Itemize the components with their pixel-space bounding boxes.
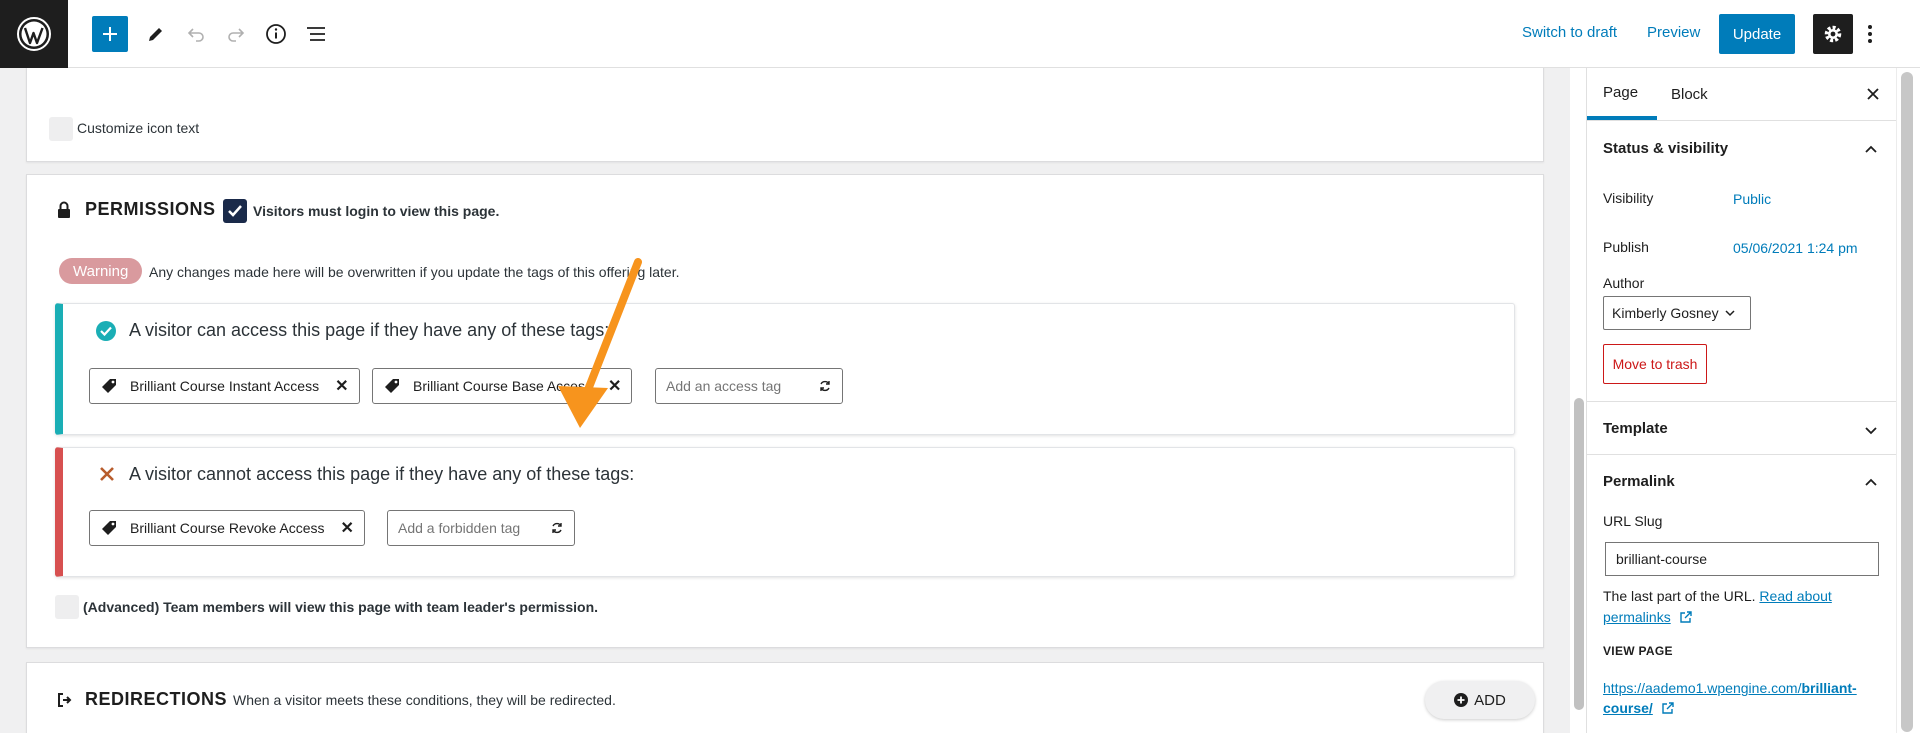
editor-canvas: Customize icon text PERMISSIONS Visitors… <box>0 68 1570 733</box>
undo-icon <box>187 28 204 42</box>
access-tag-input[interactable]: Add an access tag <box>655 368 843 404</box>
chevron-down-icon[interactable] <box>1863 422 1879 438</box>
list-view-button[interactable] <box>298 16 334 52</box>
view-page-url[interactable]: https://aademo1.wpengine.com/brilliant-c… <box>1603 678 1883 718</box>
add-redirection-button[interactable]: ADD <box>1425 681 1535 719</box>
deny-rule-heading: A visitor cannot access this page if the… <box>129 464 635 484</box>
remove-tag-icon[interactable]: ✕ <box>341 518 354 538</box>
tools-button[interactable] <box>138 16 174 52</box>
wordpress-logo[interactable] <box>0 0 68 68</box>
permalink-heading[interactable]: Permalink <box>1603 473 1675 490</box>
add-redirection-label: ADD <box>1474 691 1506 709</box>
tag-label: Brilliant Course Instant Access <box>130 378 320 394</box>
divider <box>1587 401 1897 402</box>
view-page-label: VIEW PAGE <box>1603 644 1673 658</box>
visibility-label: Visibility <box>1603 190 1654 206</box>
chevron-down-icon <box>1725 310 1735 317</box>
tab-page[interactable]: Page <box>1587 68 1657 120</box>
publish-label: Publish <box>1603 239 1649 255</box>
view-url-prefix[interactable]: https://aademo1.wpengine.com/ <box>1603 680 1801 696</box>
preview-button[interactable]: Preview <box>1647 24 1700 41</box>
canvas-scroll-thumb[interactable] <box>1574 398 1584 710</box>
settings-button[interactable] <box>1813 14 1853 54</box>
add-block-button[interactable] <box>92 16 128 52</box>
forbidden-tag-input[interactable]: Add a forbidden tag <box>387 510 575 546</box>
tag-icon <box>102 379 116 393</box>
more-vertical-icon <box>1868 25 1872 43</box>
pencil-icon <box>149 28 162 41</box>
tag-icon <box>102 521 116 535</box>
update-button[interactable]: Update <box>1719 14 1795 54</box>
top-toolbar: Switch to draft Preview Update <box>0 0 1920 68</box>
tag-label: Brilliant Course Revoke Access <box>130 520 325 536</box>
icon-settings-card: Customize icon text <box>26 68 1544 162</box>
checkmark-icon <box>228 205 242 217</box>
login-required-checkbox[interactable] <box>223 199 247 223</box>
move-to-trash-button[interactable]: Move to trash <box>1603 344 1707 384</box>
redirections-title: REDIRECTIONS <box>85 689 228 709</box>
remove-tag-icon[interactable]: ✕ <box>335 376 348 396</box>
more-options-button[interactable] <box>1862 16 1878 52</box>
plus-icon <box>103 27 117 41</box>
redirections-description: When a visitor meets these conditions, t… <box>233 692 616 708</box>
publish-date[interactable]: 05/06/2021 1:24 pm <box>1733 240 1858 256</box>
divider <box>1587 120 1897 121</box>
tag-icon <box>385 379 399 393</box>
tag-chip-revoke-access: Brilliant Course Revoke Access ✕ <box>89 510 365 546</box>
divider <box>1587 454 1897 455</box>
deny-rule-box: A visitor cannot access this page if the… <box>55 447 1515 577</box>
list-view-icon <box>307 27 325 41</box>
external-link-icon <box>1679 611 1692 623</box>
access-tag-placeholder: Add an access tag <box>666 378 782 394</box>
tag-chip-instant-access: Brilliant Course Instant Access ✕ <box>89 368 360 404</box>
customize-icon-label: Customize icon text <box>77 120 200 136</box>
url-slug-label: URL Slug <box>1603 513 1663 529</box>
url-slug-input[interactable]: brilliant-course <box>1605 542 1879 576</box>
annotation-arrow-icon <box>558 258 642 428</box>
permissions-title: PERMISSIONS <box>85 199 216 219</box>
info-icon <box>266 24 286 44</box>
lock-icon <box>58 201 70 218</box>
undo-button[interactable] <box>178 16 214 52</box>
template-heading[interactable]: Template <box>1603 420 1668 437</box>
redo-button[interactable] <box>218 16 254 52</box>
redo-icon <box>228 28 245 42</box>
permalink-help: The last part of the URL. Read about per… <box>1603 586 1879 628</box>
author-label: Author <box>1603 275 1645 291</box>
permissions-card: PERMISSIONS Visitors must login to view … <box>26 174 1544 648</box>
settings-sidebar: Page Block Status & visibility Visibilit… <box>1586 68 1897 733</box>
details-button[interactable] <box>258 16 294 52</box>
sign-out-icon <box>58 693 72 707</box>
tab-block[interactable]: Block <box>1671 68 1731 120</box>
visibility-value[interactable]: Public <box>1733 191 1771 207</box>
redirections-card: REDIRECTIONS When a visitor meets these … <box>26 662 1544 733</box>
sync-icon <box>820 380 830 392</box>
status-visibility-heading[interactable]: Status & visibility <box>1603 140 1728 157</box>
advanced-team-label: (Advanced) Team members will view this p… <box>83 599 599 615</box>
author-value: Kimberly Gosney <box>1612 305 1719 321</box>
login-required-label: Visitors must login to view this page. <box>253 203 500 219</box>
author-select[interactable]: Kimberly Gosney <box>1603 296 1751 330</box>
close-icon[interactable] <box>1863 84 1883 104</box>
forbidden-tag-placeholder: Add a forbidden tag <box>398 520 521 536</box>
wordpress-icon <box>17 17 51 51</box>
external-link-icon <box>1662 702 1674 714</box>
warning-badge: Warning <box>59 258 143 284</box>
chevron-up-icon[interactable] <box>1863 475 1879 491</box>
sidebar-scroll-thumb[interactable] <box>1901 72 1913 732</box>
switch-to-draft-button[interactable]: Switch to draft <box>1522 24 1617 41</box>
allow-rule-box: A visitor can access this page if they h… <box>55 303 1515 435</box>
chevron-up-icon[interactable] <box>1863 142 1879 158</box>
customize-icon-checkbox[interactable] <box>49 117 73 141</box>
check-circle-icon <box>96 321 116 341</box>
plus-circle-icon <box>1454 693 1469 707</box>
allow-rule-heading: A visitor can access this page if they h… <box>129 320 610 340</box>
gear-icon <box>1824 25 1842 43</box>
advanced-team-checkbox[interactable] <box>55 595 79 619</box>
cross-icon <box>100 467 114 481</box>
sync-icon <box>552 522 562 534</box>
help-text: The last part of the URL. <box>1603 588 1756 604</box>
